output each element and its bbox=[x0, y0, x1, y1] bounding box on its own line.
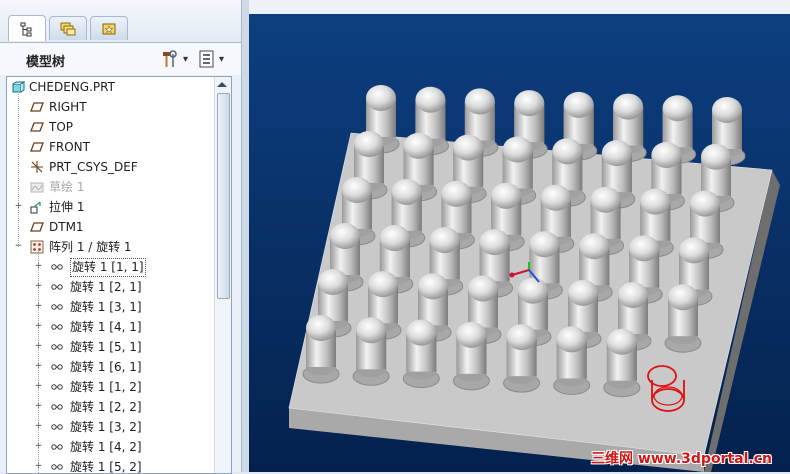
tree-item[interactable]: RIGHT bbox=[7, 97, 213, 117]
pin[interactable] bbox=[664, 284, 702, 353]
tree-item-label: 拉伸 1 bbox=[49, 200, 85, 214]
list-icon bbox=[199, 50, 214, 68]
tree-item-label: FRONT bbox=[49, 140, 90, 154]
panel-header: 模型树 ▾ ▾ bbox=[0, 42, 241, 75]
scroll-up-icon[interactable] bbox=[217, 82, 227, 87]
pin[interactable] bbox=[452, 321, 490, 391]
tree-item-label: 旋转 1 [5, 1] bbox=[70, 340, 142, 354]
tree-item-label: PRT_CSYS_DEF bbox=[49, 160, 138, 174]
watermark-text: 三维网 www.3dportal.cn bbox=[591, 451, 772, 467]
tree-item[interactable]: + 拉伸 1 bbox=[7, 197, 213, 217]
coordinate-system-icon bbox=[30, 160, 44, 174]
navigator-tabs bbox=[0, 0, 241, 42]
favorites-icon bbox=[102, 23, 116, 34]
revolve-icon bbox=[50, 280, 64, 294]
pin[interactable] bbox=[503, 324, 541, 393]
tree-item-label: RIGHT bbox=[49, 100, 87, 114]
revolve-icon bbox=[50, 320, 64, 334]
revolve-icon bbox=[50, 260, 64, 274]
tree-item-label: 旋转 1 [5, 2] bbox=[70, 460, 142, 474]
pin[interactable] bbox=[553, 326, 591, 395]
tree-item-label: 旋转 1 [3, 2] bbox=[70, 420, 142, 434]
settings-tool[interactable]: ▾ bbox=[160, 49, 188, 69]
pin[interactable] bbox=[352, 317, 390, 386]
pin[interactable] bbox=[302, 315, 340, 384]
tree-item-label: 旋转 1 [3, 1] bbox=[70, 300, 142, 314]
pin[interactable] bbox=[603, 328, 641, 398]
tree-item-label: 旋转 1 [2, 2] bbox=[70, 400, 142, 414]
tree-item-label: 阵列 1 / 旋转 1 bbox=[49, 240, 132, 254]
tree-item-label: 旋转 1 [1, 2] bbox=[70, 380, 142, 394]
tree-item-label: 旋转 1 [6, 1] bbox=[70, 360, 142, 374]
panel-splitter[interactable] bbox=[241, 0, 249, 472]
tree-item[interactable]: TOP bbox=[7, 117, 213, 137]
revolve-icon bbox=[50, 360, 64, 374]
tree-item-label: 旋转 1 [1, 1] bbox=[70, 258, 146, 277]
tree-item[interactable]: CHEDENG.PRT bbox=[7, 77, 213, 97]
tree-item[interactable]: DTM1 bbox=[7, 217, 213, 237]
tree-guide-line bbox=[18, 91, 19, 247]
pin[interactable] bbox=[402, 319, 440, 389]
tree-guide-line bbox=[38, 251, 39, 473]
datum-plane-icon bbox=[30, 220, 44, 234]
folder-browser-tab[interactable] bbox=[49, 16, 87, 40]
extrude-icon bbox=[30, 200, 44, 214]
pattern-icon bbox=[30, 240, 44, 254]
datum-plane-icon bbox=[30, 120, 44, 134]
tree-item[interactable]: PRT_CSYS_DEF bbox=[7, 157, 213, 177]
tree-item-label: DTM1 bbox=[49, 220, 84, 234]
datum-plane-icon bbox=[30, 100, 44, 114]
model-tree: CHEDENG.PRT RIGHT TOP FRONT PRT_CSYS_DEF 草绘 1… bbox=[6, 76, 232, 474]
panel-title: 模型树 bbox=[26, 55, 66, 70]
sketch-icon bbox=[30, 180, 44, 194]
hammer-wrench-icon bbox=[163, 50, 177, 67]
vertical-scrollbar[interactable] bbox=[214, 77, 231, 473]
revolve-icon bbox=[50, 300, 64, 314]
model-tree-panel: 模型树 ▾ ▾ CHEDENG.PRT RIGHT TOP FRONT PRT_CSYS… bbox=[0, 0, 241, 474]
favorites-tab[interactable] bbox=[90, 16, 128, 40]
tree-item-label: 草绘 1 bbox=[49, 180, 85, 194]
revolve-icon bbox=[50, 420, 64, 434]
folder-icon bbox=[60, 22, 76, 35]
graphics-viewport[interactable] bbox=[249, 0, 790, 472]
revolve-icon bbox=[50, 400, 64, 414]
tree-item-label: TOP bbox=[49, 120, 74, 134]
revolve-icon bbox=[50, 440, 64, 454]
scroll-thumb[interactable] bbox=[217, 93, 230, 299]
model-tree-tab[interactable] bbox=[8, 15, 46, 41]
revolve-icon bbox=[50, 340, 64, 354]
tree-item-label: CHEDENG.PRT bbox=[29, 80, 115, 94]
revolve-icon bbox=[50, 380, 64, 394]
show-dropdown-arrow: ▾ bbox=[219, 53, 225, 65]
tree-item-label: 旋转 1 [4, 2] bbox=[70, 440, 142, 454]
model-tree-icon bbox=[20, 22, 32, 36]
settings-dropdown-arrow: ▾ bbox=[183, 53, 189, 65]
show-tool[interactable]: ▾ bbox=[198, 49, 224, 69]
datum-plane-icon bbox=[30, 140, 44, 154]
tree-item[interactable]: FRONT bbox=[7, 137, 213, 157]
tree-item-label: 旋转 1 [4, 1] bbox=[70, 320, 142, 334]
tree-item-label: 旋转 1 [2, 1] bbox=[70, 280, 142, 294]
tree-item[interactable]: 草绘 1 bbox=[7, 177, 213, 197]
